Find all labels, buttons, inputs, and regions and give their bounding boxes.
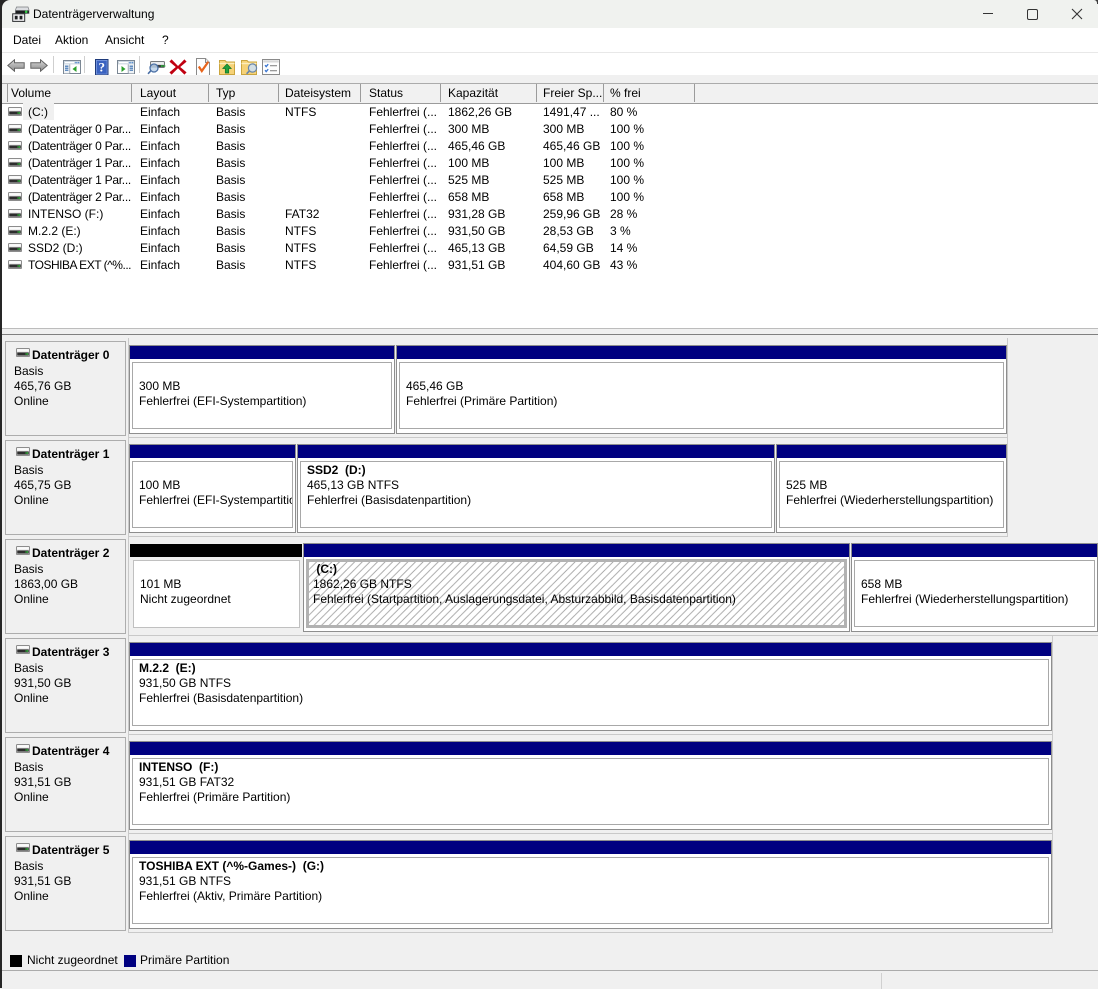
svg-text:?: ?	[98, 60, 105, 75]
